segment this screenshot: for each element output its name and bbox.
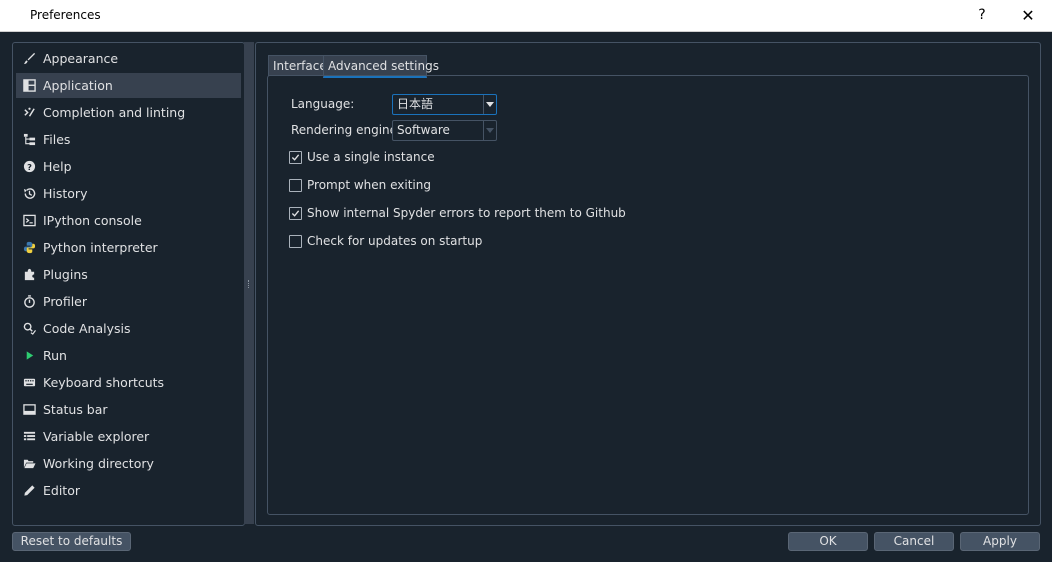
rendering-engine-select[interactable]: Software bbox=[392, 120, 497, 141]
folder-open-icon bbox=[22, 457, 36, 471]
sidebar-item-label: Code Analysis bbox=[43, 321, 131, 336]
reset-defaults-button[interactable]: Reset to defaults bbox=[12, 532, 131, 551]
code-analysis-icon bbox=[22, 322, 36, 336]
sidebar-item-label: Variable explorer bbox=[43, 429, 150, 444]
sidebar-item-label: Keyboard shortcuts bbox=[43, 375, 165, 390]
table-icon bbox=[22, 430, 36, 444]
sidebar-item-run[interactable]: Run bbox=[16, 343, 241, 368]
svg-text:?: ? bbox=[27, 162, 32, 172]
console-icon bbox=[22, 214, 36, 228]
check-updates-checkbox[interactable]: Check for updates on startup bbox=[289, 233, 482, 249]
sidebar-item-code-analysis[interactable]: Code Analysis bbox=[16, 316, 241, 341]
sidebar-item-keyboard-shortcuts[interactable]: Keyboard shortcuts bbox=[16, 370, 241, 395]
checkbox-label: Use a single instance bbox=[307, 150, 435, 164]
chevron-down-icon[interactable] bbox=[483, 121, 496, 140]
sidebar-item-help[interactable]: ? Help bbox=[16, 154, 241, 179]
history-icon bbox=[22, 187, 36, 201]
play-icon bbox=[22, 349, 36, 363]
checkbox-label: Show internal Spyder errors to report th… bbox=[307, 206, 626, 220]
sidebar-item-label: Completion and linting bbox=[43, 105, 186, 120]
sidebar-item-label: IPython console bbox=[43, 213, 142, 228]
settings-panel: Interface Advanced settings Language: 日本… bbox=[255, 42, 1041, 526]
sidebar-item-label: Run bbox=[43, 348, 67, 363]
cancel-button[interactable]: Cancel bbox=[874, 532, 954, 551]
application-icon bbox=[22, 79, 36, 93]
puzzle-icon bbox=[22, 268, 36, 282]
keyboard-icon bbox=[22, 376, 36, 390]
pencil-icon bbox=[22, 484, 36, 498]
language-value: 日本語 bbox=[397, 97, 434, 111]
splitter-grip[interactable] bbox=[248, 280, 251, 288]
checkbox-box[interactable] bbox=[289, 206, 302, 220]
advanced-settings-page: Language: 日本語 Rendering engine: Software… bbox=[267, 75, 1029, 515]
statusbar-icon bbox=[22, 403, 36, 417]
completion-icon bbox=[22, 106, 36, 120]
sidebar-item-label: Status bar bbox=[43, 402, 108, 417]
report-errors-checkbox[interactable]: Show internal Spyder errors to report th… bbox=[289, 205, 626, 221]
language-select[interactable]: 日本語 bbox=[392, 94, 497, 115]
chevron-down-icon[interactable] bbox=[483, 95, 496, 114]
sidebar-item-ipython-console[interactable]: IPython console bbox=[16, 208, 241, 233]
sidebar-item-label: Help bbox=[43, 159, 72, 174]
sidebar-item-label: Profiler bbox=[43, 294, 88, 309]
sidebar-item-plugins[interactable]: Plugins bbox=[16, 262, 241, 287]
sidebar-item-label: History bbox=[43, 186, 88, 201]
sidebar-item-status-bar[interactable]: Status bar bbox=[16, 397, 241, 422]
sidebar-item-appearance[interactable]: Appearance bbox=[16, 46, 241, 71]
sidebar-item-completion[interactable]: Completion and linting bbox=[16, 100, 241, 125]
sidebar-item-label: Application bbox=[43, 78, 113, 93]
single-instance-checkbox[interactable]: Use a single instance bbox=[289, 149, 435, 165]
checkbox-box[interactable] bbox=[289, 150, 302, 164]
checkbox-label: Prompt when exiting bbox=[307, 178, 431, 192]
sidebar-item-label: Working directory bbox=[43, 456, 154, 471]
rendering-engine-value: Software bbox=[397, 123, 450, 137]
checkbox-label: Check for updates on startup bbox=[307, 234, 483, 248]
sidebar-item-label: Editor bbox=[43, 483, 80, 498]
close-button[interactable]: ✕ bbox=[1008, 0, 1048, 31]
checkbox-box[interactable] bbox=[289, 234, 302, 248]
panel-splitter[interactable] bbox=[244, 42, 254, 524]
sidebar-item-label: Files bbox=[43, 132, 71, 147]
prompt-exit-checkbox[interactable]: Prompt when exiting bbox=[289, 177, 431, 193]
paint-brush-icon bbox=[22, 52, 36, 66]
sidebar-item-files[interactable]: Files bbox=[16, 127, 241, 152]
sidebar-item-label: Appearance bbox=[43, 51, 119, 66]
rendering-engine-label: Rendering engine: bbox=[291, 123, 402, 137]
sidebar-item-editor[interactable]: Editor bbox=[16, 478, 241, 503]
sidebar-item-variable-explorer[interactable]: Variable explorer bbox=[16, 424, 241, 449]
window-title: Preferences bbox=[30, 8, 101, 22]
sidebar-item-application[interactable]: Application bbox=[16, 73, 241, 98]
language-label: Language: bbox=[291, 97, 355, 111]
sidebar-item-working-directory[interactable]: Working directory bbox=[16, 451, 241, 476]
python-icon bbox=[22, 241, 36, 255]
help-icon: ? bbox=[22, 160, 36, 174]
tab-interface[interactable]: Interface bbox=[268, 55, 327, 76]
title-bar: Preferences ? ✕ bbox=[0, 0, 1052, 32]
sidebar-item-profiler[interactable]: Profiler bbox=[16, 289, 241, 314]
ok-button[interactable]: OK bbox=[788, 532, 868, 551]
sidebar-item-python-interpreter[interactable]: Python interpreter bbox=[16, 235, 241, 260]
files-icon bbox=[22, 133, 36, 147]
help-button[interactable]: ? bbox=[962, 0, 1002, 31]
sidebar-item-label: Plugins bbox=[43, 267, 88, 282]
preferences-sidebar: Appearance Application Completion and li… bbox=[12, 42, 245, 526]
sidebar-item-label: Python interpreter bbox=[43, 240, 158, 255]
checkbox-box[interactable] bbox=[289, 178, 302, 192]
apply-button[interactable]: Apply bbox=[960, 532, 1040, 551]
stopwatch-icon bbox=[22, 295, 36, 309]
sidebar-item-history[interactable]: History bbox=[16, 181, 241, 206]
